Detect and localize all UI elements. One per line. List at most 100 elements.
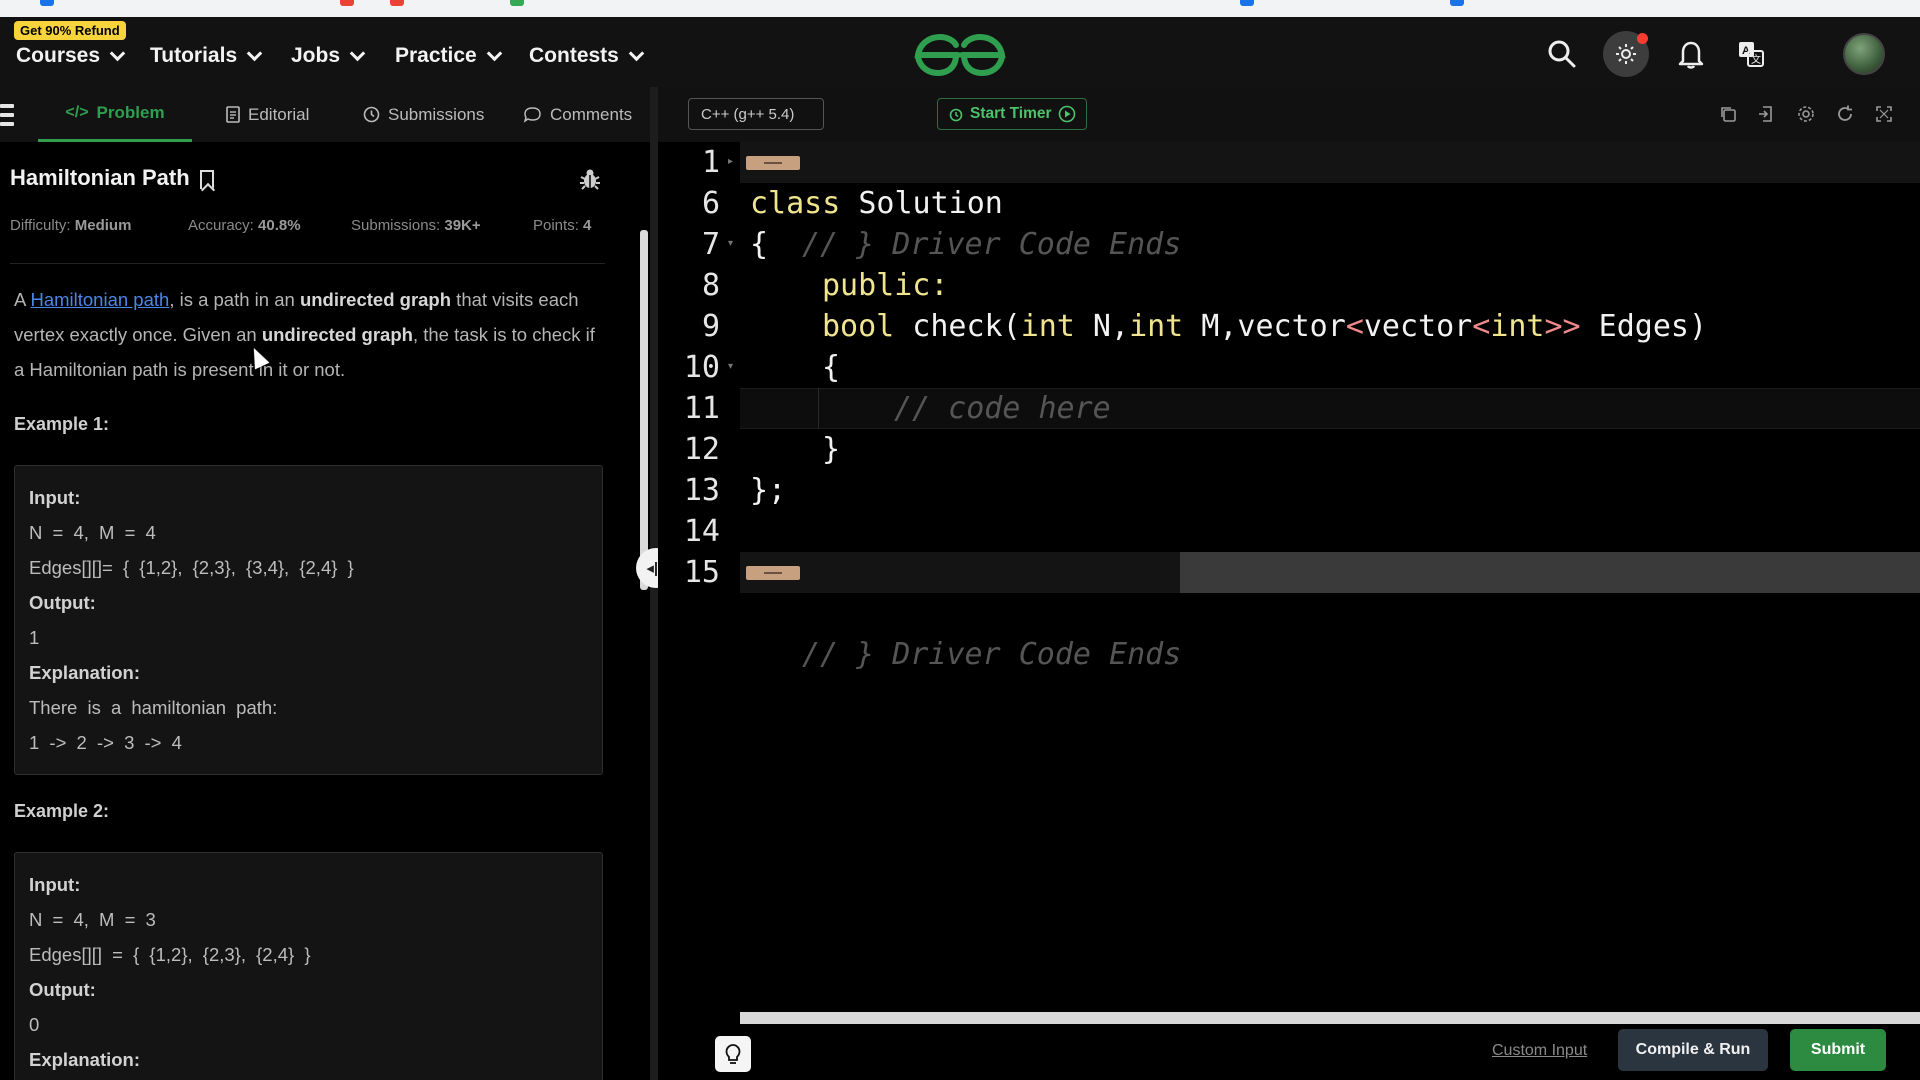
problem-title-text: Hamiltonian Path	[10, 165, 190, 190]
code-keyword: bool	[822, 309, 895, 344]
editor-bottom-bar: Custom Input Compile & Run Submit	[658, 1024, 1920, 1080]
line-number: 8	[701, 268, 720, 303]
line-number: 9	[701, 309, 720, 344]
line-number-gutter: 1 ▸ 6 7 ▾ 8 9 10 ▾ 11 12 13 14 15	[658, 142, 740, 1012]
code-keyword: int	[1129, 309, 1184, 344]
refund-badge[interactable]: Get 90% Refund	[14, 21, 126, 40]
bug-report-icon[interactable]	[578, 167, 602, 197]
nav-jobs[interactable]: Jobs	[291, 41, 366, 71]
desc-bold: undirected graph	[261, 324, 413, 345]
editor-horizontal-scrollbar[interactable]	[740, 1012, 1920, 1024]
input-line: Edges[][]= { {1,2}, {2,3}, {3,4}, {2,4} …	[29, 557, 354, 578]
code-icon: </>	[65, 104, 89, 121]
example-1-title: Example 1:	[14, 414, 110, 434]
start-timer-label: Start Timer	[970, 105, 1052, 122]
lightbulb-icon[interactable]	[715, 1036, 751, 1072]
bell-icon[interactable]	[1670, 33, 1712, 75]
bookmark-icon[interactable]	[199, 170, 214, 189]
fold-arrow-icon[interactable]: ▾	[728, 362, 734, 372]
submissions-meta: Submissions: 39K+	[351, 217, 481, 234]
document-icon	[226, 106, 240, 123]
code-editor-panel: C++ (g++ 5.4) Start Timer 1 ▸ 6 7 ▾ 8 9 …	[658, 87, 1920, 1080]
chevron-down-icon	[349, 45, 366, 61]
code-keyword: int	[1020, 309, 1075, 344]
example-2-title: Example 2:	[14, 801, 110, 821]
nav-courses[interactable]: Courses	[16, 41, 126, 71]
theme-toggle-icon[interactable]	[1603, 31, 1649, 77]
nav-courses-label: Courses	[16, 44, 101, 67]
submit-button[interactable]: Submit	[1790, 1029, 1886, 1071]
desc-bold: undirected graph	[299, 289, 452, 310]
output-value: 1	[29, 627, 40, 648]
panel-scrollbar[interactable]	[640, 230, 648, 590]
line-number: 7	[701, 227, 720, 262]
submissions-label: Submissions:	[351, 217, 441, 234]
translate-icon[interactable]: A文	[1730, 33, 1772, 75]
input-line: Edges[][] = { {1,2}, {2,3}, {2,4} }	[29, 944, 311, 965]
settings-icon[interactable]	[1794, 102, 1818, 126]
code-line-15: // } Driver Code Ends	[740, 552, 1920, 672]
custom-input-link[interactable]: Custom Input	[1492, 1042, 1587, 1060]
code-line-12: }	[822, 432, 841, 467]
output-label: Output:	[29, 592, 96, 613]
fullscreen-icon[interactable]	[1872, 102, 1896, 126]
search-icon[interactable]	[1541, 33, 1583, 75]
tab-comments-label: Comments	[550, 104, 633, 124]
alarm-icon	[949, 108, 963, 122]
divider	[10, 263, 605, 264]
tab-submissions-label: Submissions	[388, 104, 485, 124]
gfg-logo-icon[interactable]	[910, 29, 1010, 79]
start-timer-button[interactable]: Start Timer	[937, 98, 1087, 130]
tab-editorial[interactable]: Editorial	[226, 87, 309, 142]
problem-title: Hamiltonian Path	[10, 165, 214, 191]
points-value: 4	[583, 217, 592, 234]
line-number: 14	[683, 514, 720, 549]
code-line-13: };	[750, 473, 787, 508]
chat-icon	[523, 107, 541, 123]
explanation-line: 1 -> 2 -> 3 -> 4	[29, 732, 182, 753]
accuracy-meta: Accuracy: 40.8%	[188, 217, 301, 234]
code-line-7: {	[750, 227, 769, 262]
fold-arrow-icon[interactable]: ▸	[728, 157, 734, 167]
difficulty-meta: Difficulty: Medium	[10, 217, 131, 234]
line-number: 13	[683, 473, 720, 508]
code-class-name: Solution	[858, 186, 1003, 221]
folded-code-marker-icon[interactable]	[746, 566, 800, 580]
example-1-box: Input: N = 4, M = 4 Edges[][]= { {1,2}, …	[14, 465, 603, 775]
language-select[interactable]: C++ (g++ 5.4)	[688, 98, 824, 130]
nav-contests[interactable]: Contests	[529, 41, 645, 71]
copy-icon[interactable]	[1716, 102, 1740, 126]
menu-icon[interactable]	[0, 104, 14, 126]
fold-arrow-icon[interactable]: ▾	[728, 239, 734, 249]
tab-problem[interactable]: </> Problem	[38, 87, 192, 142]
input-label: Input:	[29, 487, 81, 508]
code-area[interactable]: // } Driver Code Ends class Solution { p…	[740, 142, 1920, 1012]
code-line-11: // code here	[894, 391, 1111, 426]
line-number: 6	[701, 186, 720, 221]
clock-icon	[363, 106, 380, 123]
play-icon	[1058, 105, 1075, 123]
hamiltonian-path-link[interactable]: Hamiltonian path	[30, 289, 169, 310]
avatar[interactable]	[1843, 33, 1885, 75]
tab-submissions[interactable]: Submissions	[363, 87, 484, 142]
line-number: 10	[683, 350, 720, 385]
code-keyword: class	[750, 186, 841, 221]
explanation-label: Explanation:	[29, 662, 141, 683]
desc-text: A	[14, 289, 31, 310]
reset-icon[interactable]	[1833, 102, 1857, 126]
indent-guide	[818, 388, 819, 429]
tab-comments[interactable]: Comments	[523, 87, 632, 142]
export-icon[interactable]	[1754, 102, 1778, 126]
nav-tutorials[interactable]: Tutorials	[150, 41, 263, 71]
explanation-line: There is a hamiltonian path:	[29, 697, 278, 718]
line-number: 11	[683, 391, 720, 426]
input-label: Input:	[29, 874, 81, 895]
folded-code-marker-icon[interactable]	[746, 156, 800, 170]
problem-description: A Hamiltonian path, is a path in an undi…	[14, 282, 604, 387]
code-line-9: bool check(int N,int M,vector<vector<int…	[822, 309, 1708, 344]
browser-bookmarks-strip	[0, 0, 1920, 17]
nav-practice[interactable]: Practice	[395, 41, 503, 71]
compile-run-button[interactable]: Compile & Run	[1618, 1029, 1768, 1071]
input-line: N = 4, M = 4	[29, 522, 156, 543]
